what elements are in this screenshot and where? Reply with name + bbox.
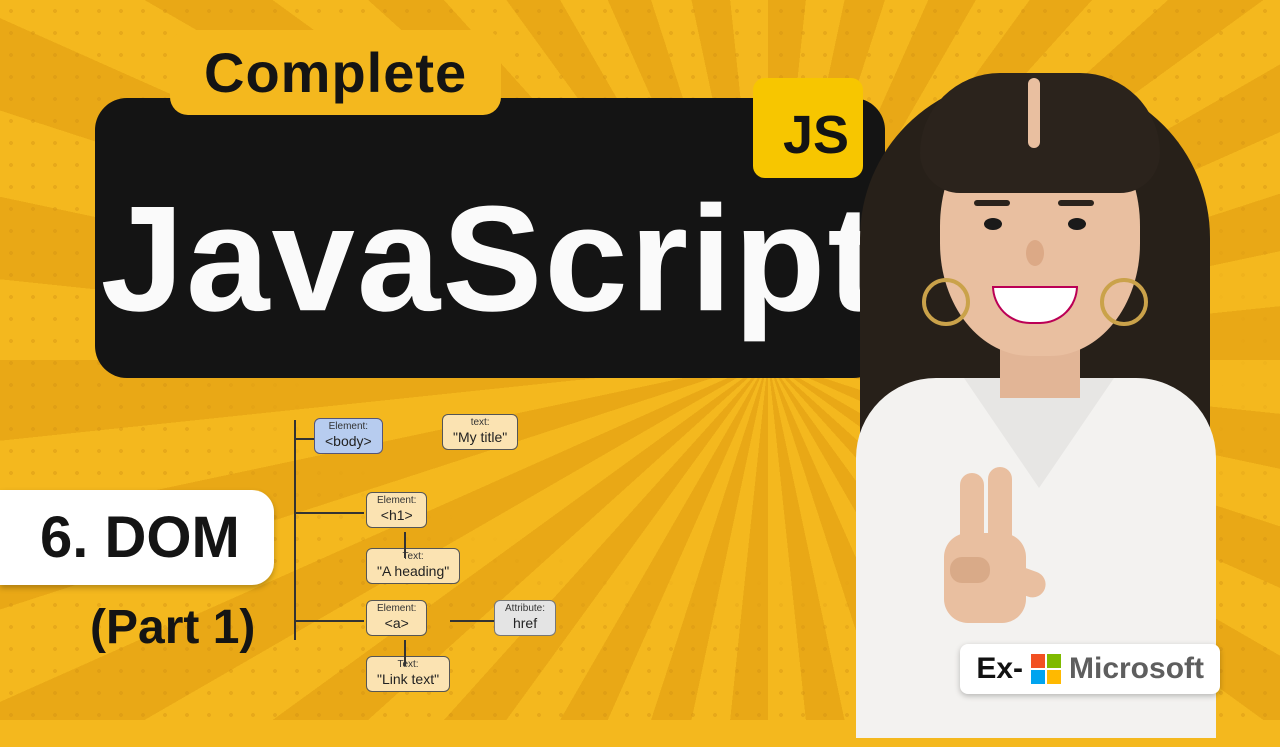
ex-microsoft-badge: Ex- Microsoft (960, 644, 1220, 694)
microsoft-logo-icon (1031, 654, 1061, 684)
complete-badge: Complete (170, 30, 501, 115)
dom-tree-diagram: Element: <body> text: "My title" Element… (280, 408, 680, 718)
complete-text: Complete (204, 41, 467, 104)
dom-node-mytitle: text: "My title" (442, 414, 518, 450)
chapter-label: 6. DOM (40, 505, 240, 570)
dom-node-linktext: Text: "Link text" (366, 656, 450, 692)
dom-node-a: Element: <a> (366, 600, 427, 636)
dom-node-heading: Text: "A heading" (366, 548, 460, 584)
microsoft-text: Microsoft (1069, 652, 1204, 686)
ex-prefix: Ex- (976, 652, 1023, 686)
dom-node-h1: Element: <h1> (366, 492, 427, 528)
chapter-badge: 6. DOM (0, 490, 274, 585)
presenter-illustration (800, 18, 1270, 720)
main-title: JavaScript (101, 172, 880, 345)
dom-node-href: Attribute: href (494, 600, 556, 636)
title-card: JS JavaScript (95, 98, 885, 378)
peace-sign-hand (920, 473, 1040, 633)
dom-node-body: Element: <body> (314, 418, 383, 454)
part-label: (Part 1) (90, 600, 255, 655)
